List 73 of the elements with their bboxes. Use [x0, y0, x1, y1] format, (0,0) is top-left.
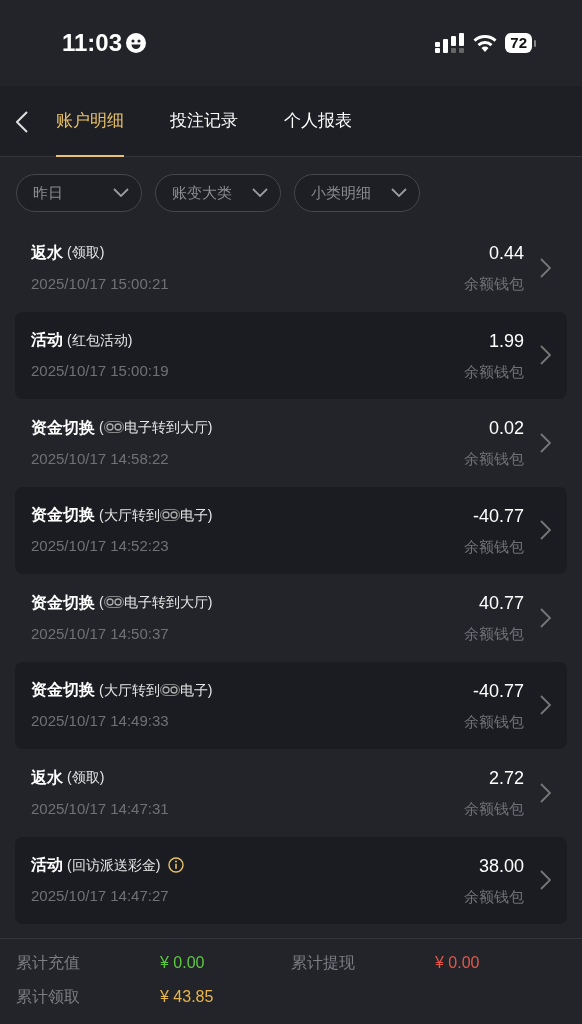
chevron-down-icon — [391, 188, 407, 198]
total-label: 累计充值 — [16, 953, 81, 973]
record-time: 2025/10/17 14:52:23 — [31, 536, 170, 556]
total-label: 累计提现 — [291, 953, 356, 973]
wallet-label: 余额钱包 — [464, 274, 524, 294]
filter-dropdown[interactable]: 账变大类 — [155, 174, 281, 212]
record-detail: (大厅转到 电子) — [99, 680, 213, 700]
logo-icon — [159, 508, 180, 521]
record-detail: (领取) — [67, 768, 105, 787]
record-title: 资金切换 — [31, 680, 95, 700]
tab[interactable]: 账户明细 — [56, 85, 124, 157]
record-title: 活动 — [31, 330, 63, 350]
chevron-down-icon — [252, 188, 268, 198]
chevron-right-icon[interactable] — [540, 520, 551, 541]
record-amount: 0.02 — [487, 417, 524, 440]
record-time: 2025/10/17 15:00:19 — [31, 361, 170, 381]
record-amount: 38.00 — [477, 854, 524, 878]
record-time: 2025/10/17 14:47:27 — [31, 886, 170, 906]
signal-icon — [435, 33, 466, 53]
wifi-icon — [473, 34, 498, 52]
record-title: 资金切换 — [31, 417, 95, 438]
tab[interactable]: 个人报表 — [284, 85, 352, 157]
chevron-right-icon[interactable] — [540, 607, 551, 628]
total-label: 累计领取 — [16, 987, 81, 1007]
record-detail: (大厅转到 电子) — [99, 505, 213, 525]
chevron-right-icon[interactable] — [540, 695, 551, 716]
record-time: 2025/10/17 14:47:31 — [31, 798, 170, 819]
record-detail: ( 电子转到大厅) — [99, 593, 213, 612]
record-time: 2025/10/17 14:50:37 — [31, 623, 170, 644]
record-title: 返水 — [31, 242, 63, 263]
wallet-label: 余额钱包 — [464, 886, 524, 907]
record-title: 返水 — [31, 767, 63, 788]
record-amount: -40.77 — [471, 679, 524, 703]
smiley-icon — [126, 33, 147, 53]
wallet-label: 余额钱包 — [464, 799, 524, 819]
wallet-label: 余额钱包 — [464, 711, 524, 732]
record-amount: 2.72 — [487, 767, 524, 790]
total-value: ¥ 0.00 — [160, 953, 206, 973]
clock-time: 11:03 — [62, 28, 123, 58]
logo-icon — [159, 683, 180, 696]
record-detail: (红包活动) — [67, 330, 133, 350]
record-amount: 1.99 — [487, 329, 524, 353]
chevron-down-icon — [113, 188, 129, 198]
filter-dropdown[interactable]: 小类明细 — [294, 174, 420, 212]
chevron-right-icon[interactable] — [540, 345, 551, 366]
logo-icon — [103, 596, 124, 608]
record-detail: (领取) — [67, 243, 105, 262]
filter-dropdown[interactable]: 昨日 — [16, 174, 142, 212]
record-title: 活动 — [31, 855, 63, 875]
back-icon[interactable] — [16, 110, 28, 133]
chevron-right-icon[interactable] — [540, 870, 551, 891]
wallet-label: 余额钱包 — [464, 536, 524, 557]
record-title: 资金切换 — [31, 505, 95, 525]
record-amount: -40.77 — [471, 504, 524, 528]
total-value: ¥ 43.85 — [160, 987, 215, 1007]
record-time: 2025/10/17 14:49:33 — [31, 711, 170, 731]
info-icon[interactable] — [168, 857, 185, 873]
record-time: 2025/10/17 14:58:22 — [31, 448, 170, 469]
tab[interactable]: 投注记录 — [170, 85, 238, 157]
chevron-right-icon[interactable] — [540, 782, 551, 803]
logo-icon — [103, 421, 124, 433]
record-amount: 40.77 — [477, 592, 524, 615]
chevron-right-icon[interactable] — [540, 257, 551, 278]
total-value: ¥ 0.00 — [435, 953, 481, 973]
wallet-label: 余额钱包 — [464, 361, 524, 382]
wallet-label: 余额钱包 — [464, 624, 524, 644]
record-time: 2025/10/17 15:00:21 — [31, 273, 170, 294]
record-detail: ( 电子转到大厅) — [99, 418, 213, 437]
record-title: 资金切换 — [31, 592, 95, 613]
record-detail: (回访派送彩金) — [67, 855, 161, 875]
chevron-right-icon[interactable] — [540, 432, 551, 453]
wallet-label: 余额钱包 — [464, 449, 524, 469]
record-amount: 0.44 — [487, 242, 524, 265]
